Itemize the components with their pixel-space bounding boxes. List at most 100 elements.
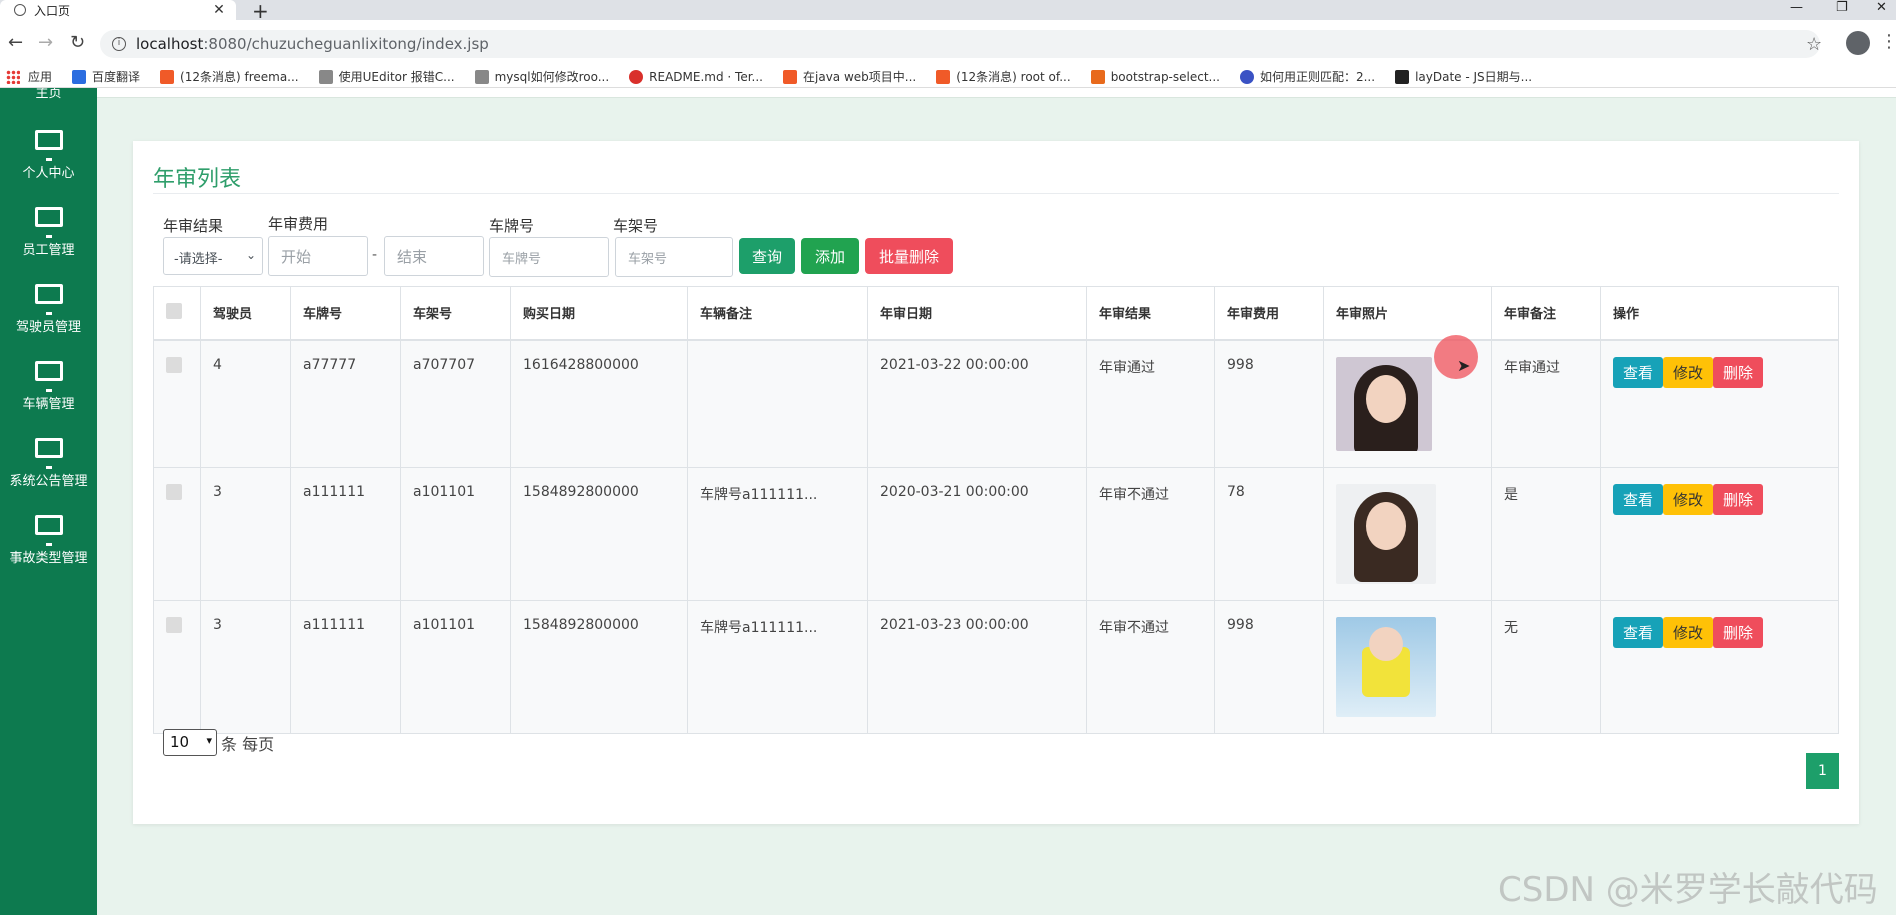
profile-icon[interactable] xyxy=(1846,31,1870,55)
bookmark-favicon-icon xyxy=(474,69,489,84)
result-filter-label: 年审结果 xyxy=(163,217,224,235)
restore-icon[interactable]: ❐ xyxy=(1836,0,1848,15)
column-header[interactable]: 年审备注 xyxy=(1491,286,1601,341)
bookmark-item[interactable]: (12条消息) root of... xyxy=(928,68,1071,85)
chevron-down-icon: ⌄ xyxy=(245,248,256,262)
delete-button[interactable]: 删除 xyxy=(1713,484,1764,515)
monitor-icon xyxy=(34,515,63,546)
fee-start-input[interactable]: 开始 xyxy=(268,236,368,276)
sidebar-item-accident-type[interactable]: 事故类型管理 xyxy=(0,503,97,579)
bookmark-favicon-icon xyxy=(1090,69,1105,84)
column-header[interactable]: 购买日期 xyxy=(510,286,688,341)
bookmark-item[interactable]: bootstrap-select... xyxy=(1083,69,1220,84)
frame-input[interactable]: 车架号 xyxy=(615,237,733,277)
column-header[interactable]: 车辆备注 xyxy=(687,286,868,341)
frame-cell: a101101 xyxy=(400,600,511,734)
content-top-strip xyxy=(97,88,1896,98)
page-size-select[interactable]: 10 ▾ xyxy=(163,729,217,756)
bookmark-favicon-icon xyxy=(318,69,333,84)
fee-cell: 998 xyxy=(1214,600,1324,734)
table-row: 3 a111111 a101101 1584892800000 车牌号a1111… xyxy=(153,600,1839,734)
sidebar-item-driver[interactable]: 驾驶员管理 xyxy=(0,272,97,348)
purchase-date-cell: 1584892800000 xyxy=(510,600,688,734)
sidebar-item-home[interactable]: 主页 xyxy=(0,88,97,100)
bookmark-label: 如何用正则匹配：2... xyxy=(1259,70,1376,84)
pagination-page-1[interactable]: 1 xyxy=(1806,753,1839,789)
actions-cell: 查看 修改 删除 xyxy=(1600,600,1839,734)
view-button[interactable]: 查看 xyxy=(1613,484,1664,515)
edit-button[interactable]: 修改 xyxy=(1663,484,1714,515)
bookmark-item[interactable]: mysql如何修改roo... xyxy=(467,68,609,85)
inspection-photo[interactable] xyxy=(1336,484,1436,584)
photo-face-shape xyxy=(1366,375,1406,423)
bookmark-item[interactable]: (12条消息) freema... xyxy=(152,68,299,85)
info-icon[interactable]: i xyxy=(112,37,126,51)
fee-end-input[interactable]: 结束 xyxy=(384,236,484,276)
select-all-cell xyxy=(153,286,201,341)
edit-button[interactable]: 修改 xyxy=(1663,357,1714,388)
result-cell: 年审不通过 xyxy=(1086,467,1215,601)
plate-input[interactable]: 车牌号 xyxy=(489,237,609,277)
bookmark-item[interactable]: layDate - JS日期与... xyxy=(1387,68,1532,85)
forward-icon[interactable]: → xyxy=(38,32,53,53)
star-icon[interactable]: ☆ xyxy=(1806,34,1822,55)
inspection-photo[interactable] xyxy=(1336,357,1432,451)
sidebar-item-personal-center[interactable]: 个人中心 xyxy=(0,118,97,194)
purchase-date-cell: 1616428800000 xyxy=(510,339,688,468)
bookmark-label: 在java web项目中... xyxy=(803,70,917,84)
address-bar[interactable]: i localhost:8080/chuzucheguanlixitong/in… xyxy=(100,30,1820,58)
row-select-cell xyxy=(153,600,201,734)
row-checkbox[interactable] xyxy=(166,617,182,633)
bookmark-item[interactable]: 百度翻译 xyxy=(64,68,140,85)
column-header[interactable]: 年审结果 xyxy=(1086,286,1215,341)
column-header[interactable]: 年审费用 xyxy=(1214,286,1324,341)
column-header[interactable]: 车牌号 xyxy=(290,286,401,341)
bookmark-item[interactable]: README.md · Ter... xyxy=(621,69,763,84)
delete-button[interactable]: 删除 xyxy=(1713,617,1764,648)
row-checkbox[interactable] xyxy=(166,357,182,373)
delete-button[interactable]: 删除 xyxy=(1713,357,1764,388)
edit-button[interactable]: 修改 xyxy=(1663,617,1714,648)
bookmark-item[interactable]: 使用UEditor 报错C... xyxy=(311,68,455,85)
purchase-date-cell: 1584892800000 xyxy=(510,467,688,601)
bookmark-favicon-icon xyxy=(936,69,951,84)
add-button[interactable]: 添加 xyxy=(801,238,859,274)
table-header-row: 驾驶员 车牌号 车架号 购买日期 车辆备注 年审日期 年审结果 年审费用 年审照… xyxy=(153,286,1839,341)
reload-icon[interactable]: ↻ xyxy=(70,32,85,53)
bookmark-label: (12条消息) freema... xyxy=(180,70,299,84)
table-row: 4 a77777 a707707 1616428800000 2021-03-2… xyxy=(153,339,1839,468)
vehicle-remark-cell: 车牌号a111111... xyxy=(687,467,868,601)
select-all-checkbox[interactable] xyxy=(166,303,182,319)
bookmark-item[interactable]: 在java web项目中... xyxy=(775,68,916,85)
bookmark-label: bootstrap-select... xyxy=(1110,69,1220,84)
view-button[interactable]: 查看 xyxy=(1613,617,1664,648)
view-button[interactable]: 查看 xyxy=(1613,357,1664,388)
column-header[interactable]: 年审照片 xyxy=(1323,286,1492,341)
sidebar-item-employee[interactable]: 员工管理 xyxy=(0,195,97,271)
browser-tab[interactable]: 入口页 ✕ xyxy=(0,0,236,20)
plate-cell: a111111 xyxy=(290,600,401,734)
row-checkbox[interactable] xyxy=(166,484,182,500)
column-header[interactable]: 驾驶员 xyxy=(200,286,291,341)
column-header[interactable]: 年审日期 xyxy=(867,286,1087,341)
more-menu-icon[interactable]: ⋮ xyxy=(1880,31,1896,52)
inspection-photo[interactable] xyxy=(1336,617,1436,717)
table-row: 3 a111111 a101101 1584892800000 车牌号a1111… xyxy=(153,467,1839,601)
bookmark-favicon-icon xyxy=(72,69,87,84)
minimize-icon[interactable]: — xyxy=(1790,0,1803,15)
result-select[interactable]: -请选择- ⌄ xyxy=(163,237,263,275)
inspection-note-cell: 年审通过 xyxy=(1491,339,1601,468)
per-page-label: 条 每页 xyxy=(221,735,275,754)
close-icon[interactable]: ✕ xyxy=(210,2,228,18)
column-header[interactable]: 车架号 xyxy=(400,286,511,341)
back-icon[interactable]: ← xyxy=(8,32,23,53)
bookmark-apps[interactable]: 应用 xyxy=(0,68,52,85)
query-button[interactable]: 查询 xyxy=(739,238,795,274)
bookmark-favicon-icon xyxy=(629,69,644,84)
window-close-icon[interactable]: ✕ xyxy=(1876,0,1887,15)
sidebar-item-announcement[interactable]: 系统公告管理 xyxy=(0,426,97,502)
sidebar-item-vehicle[interactable]: 车辆管理 xyxy=(0,349,97,425)
bookmark-item[interactable]: 如何用正则匹配：2... xyxy=(1232,68,1375,85)
bookmark-label: layDate - JS日期与... xyxy=(1415,70,1533,84)
batch-delete-button[interactable]: 批量删除 xyxy=(865,238,953,274)
